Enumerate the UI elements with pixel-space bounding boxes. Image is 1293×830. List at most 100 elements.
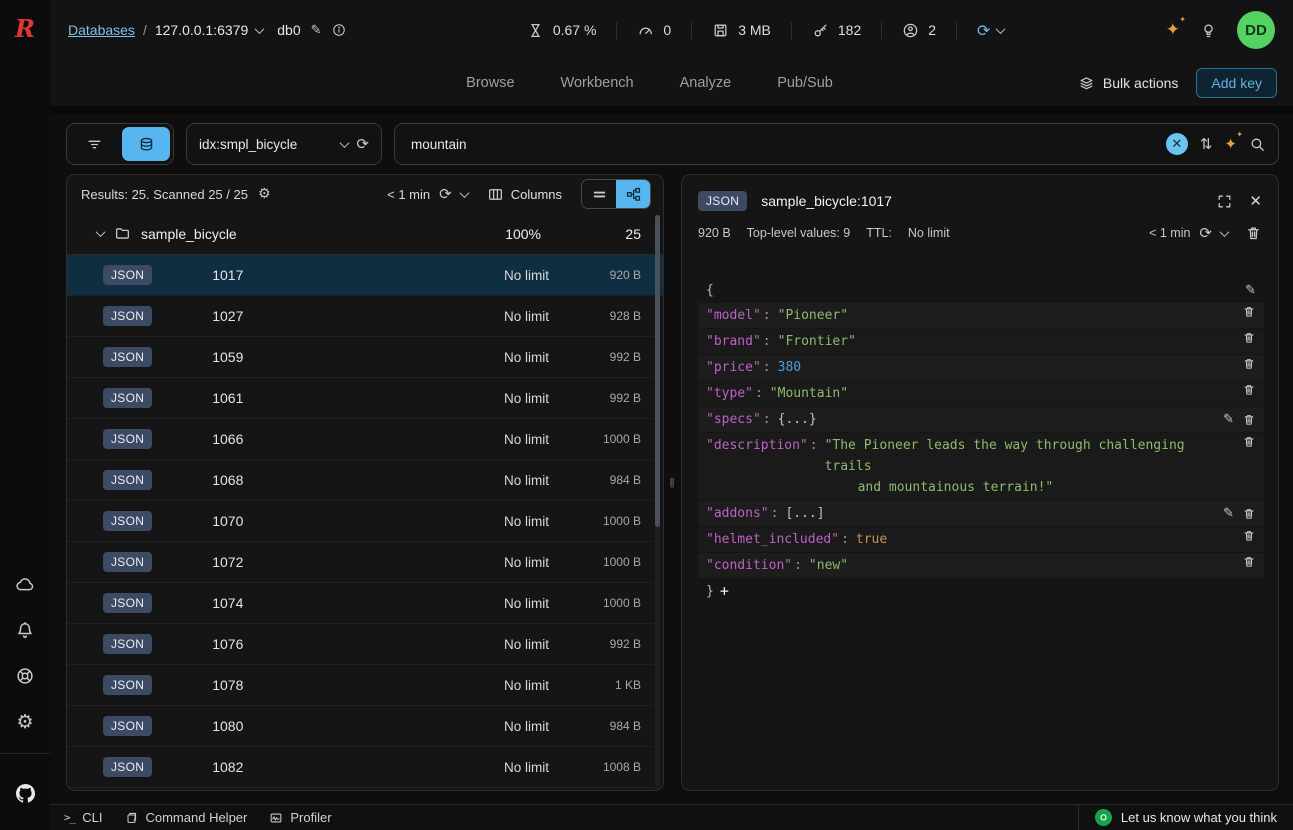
close-brace: } bbox=[706, 581, 714, 602]
json-field-row[interactable]: "helmet_included" : true bbox=[698, 527, 1264, 552]
json-field-row[interactable]: "type" : "Mountain" bbox=[698, 381, 1264, 406]
close-icon[interactable]: ✕ bbox=[1249, 192, 1262, 210]
panel-resize-handle[interactable]: ‖ bbox=[669, 475, 675, 490]
list-scrollbar-thumb[interactable] bbox=[655, 215, 660, 527]
info-icon[interactable] bbox=[332, 23, 346, 37]
breadcrumb-separator: / bbox=[143, 22, 147, 38]
list-settings-gear-icon[interactable]: ⚙ bbox=[258, 186, 271, 202]
refresh-index-icon[interactable]: ⟳ bbox=[356, 135, 369, 153]
index-select[interactable]: idx:smpl_bicycle ⟳ bbox=[186, 123, 382, 165]
delete-field-trash-icon[interactable] bbox=[1242, 555, 1256, 569]
key-row[interactable]: JSON 1059 No limit 992 B bbox=[67, 337, 663, 378]
json-field-row[interactable]: "price" : 380 bbox=[698, 355, 1264, 380]
redis-logo-icon[interactable]: R bbox=[15, 14, 35, 43]
panels: ‖ Results: 25. Scanned 25 / 25 ⚙ < 1 min… bbox=[66, 174, 1279, 791]
json-colon: : bbox=[810, 435, 818, 456]
list-refresh-icon[interactable]: ⟳ bbox=[439, 185, 452, 203]
type-badge: JSON bbox=[103, 716, 152, 736]
hourglass-icon bbox=[527, 22, 544, 39]
key-row[interactable]: JSON 1070 No limit 1000 B bbox=[67, 501, 663, 542]
key-row[interactable]: JSON 1082 No limit 1008 B bbox=[67, 747, 663, 788]
key-list-panel: Results: 25. Scanned 25 / 25 ⚙ < 1 min ⟳… bbox=[66, 174, 664, 791]
tree-group-row[interactable]: sample_bicycle 100% 25 bbox=[67, 213, 663, 255]
json-field-row[interactable]: "addons" : [...] ✎ bbox=[698, 501, 1264, 526]
clear-search-icon[interactable]: ✕ bbox=[1166, 133, 1188, 155]
key-row[interactable]: JSON 1027 No limit 928 B bbox=[67, 296, 663, 337]
chevron-down-icon[interactable] bbox=[1220, 227, 1230, 237]
cli-button[interactable]: >_ CLI bbox=[64, 810, 102, 825]
delete-field-trash-icon[interactable] bbox=[1242, 331, 1256, 345]
json-field-row[interactable]: "specs" : {...} ✎ bbox=[698, 407, 1264, 432]
delete-field-trash-icon[interactable] bbox=[1242, 357, 1256, 371]
copilot-sparkles-icon[interactable]: ✦ bbox=[1166, 20, 1180, 40]
edit-field-pencil-icon[interactable]: ✎ bbox=[1223, 409, 1234, 430]
query-sparkles-icon[interactable]: ✦ bbox=[1224, 135, 1237, 153]
tab[interactable]: Browse bbox=[466, 60, 514, 106]
delete-field-trash-icon[interactable] bbox=[1242, 305, 1256, 319]
edit-json-pencil-icon[interactable]: ✎ bbox=[1245, 280, 1256, 301]
json-field-value: "Mountain" bbox=[770, 383, 848, 404]
key-row[interactable]: JSON 1017 No limit 920 B bbox=[67, 255, 663, 296]
delete-field-trash-icon[interactable] bbox=[1242, 383, 1256, 397]
list-view-button[interactable] bbox=[582, 180, 616, 208]
json-field-row[interactable]: "condition" : "new" bbox=[698, 553, 1264, 578]
edit-db-alias-icon[interactable]: ✎ bbox=[311, 23, 322, 38]
key-row[interactable]: JSON 1076 No limit 992 B bbox=[67, 624, 663, 665]
databases-link[interactable]: Databases bbox=[68, 22, 135, 38]
fullscreen-icon[interactable] bbox=[1216, 193, 1233, 210]
add-field-button[interactable]: + bbox=[720, 581, 729, 602]
key-row[interactable]: JSON 1072 No limit 1000 B bbox=[67, 542, 663, 583]
tree-view-button[interactable] bbox=[616, 180, 650, 208]
sort-icon[interactable]: ⇅ bbox=[1200, 135, 1213, 153]
key-row[interactable]: JSON 1078 No limit 1 KB bbox=[67, 665, 663, 706]
key-row[interactable]: JSON 1061 No limit 992 B bbox=[67, 378, 663, 419]
search-input[interactable] bbox=[411, 137, 1154, 152]
group-percent: 100% bbox=[431, 226, 541, 242]
json-field-row[interactable]: "description" : "The Pioneer leads the w… bbox=[698, 433, 1264, 500]
json-field-row[interactable]: "model" : "Pioneer" bbox=[698, 303, 1264, 328]
add-key-button[interactable]: Add key bbox=[1196, 68, 1277, 98]
chevron-down-icon[interactable] bbox=[255, 24, 265, 34]
insights-lightbulb-icon[interactable] bbox=[1200, 22, 1217, 39]
key-row[interactable]: JSON 1066 No limit 1000 B bbox=[67, 419, 663, 460]
database-host[interactable]: 127.0.0.1:6379 bbox=[155, 22, 248, 38]
notifications-bell-icon[interactable] bbox=[0, 607, 50, 653]
json-field-key: "type" bbox=[706, 383, 753, 404]
delete-field-trash-icon[interactable] bbox=[1242, 413, 1256, 427]
details-ttl-value[interactable]: No limit bbox=[908, 226, 950, 240]
tab[interactable]: Analyze bbox=[680, 60, 732, 106]
key-row[interactable]: JSON 1074 No limit 1000 B bbox=[67, 583, 663, 624]
key-row[interactable]: JSON 1068 No limit 984 B bbox=[67, 460, 663, 501]
help-center-icon[interactable] bbox=[0, 653, 50, 699]
feedback-button[interactable]: Let us know what you think bbox=[1078, 805, 1293, 830]
settings-gear-icon[interactable]: ⚙ bbox=[0, 699, 50, 745]
key-ttl: No limit bbox=[429, 432, 549, 447]
details-refresh-icon[interactable]: ⟳ bbox=[1199, 224, 1212, 242]
stats-refresh-button[interactable]: ⟳ bbox=[956, 21, 1004, 40]
command-helper-button[interactable]: Command Helper bbox=[124, 810, 247, 825]
user-avatar[interactable]: DD bbox=[1237, 11, 1275, 49]
key-row[interactable]: JSON 1080 No limit 984 B bbox=[67, 706, 663, 747]
github-icon[interactable] bbox=[0, 770, 50, 816]
bulk-actions-button[interactable]: Bulk actions bbox=[1078, 75, 1178, 92]
json-close-brace-row: } + bbox=[698, 579, 1264, 604]
search-by-index-button[interactable] bbox=[122, 127, 170, 161]
delete-key-trash-icon[interactable] bbox=[1245, 225, 1262, 242]
tab[interactable]: Pub/Sub bbox=[777, 60, 833, 106]
delete-field-trash-icon[interactable] bbox=[1242, 529, 1256, 543]
json-colon: : bbox=[763, 357, 771, 378]
tab[interactable]: Workbench bbox=[561, 60, 634, 106]
delete-field-trash-icon[interactable] bbox=[1242, 507, 1256, 521]
cloud-icon[interactable] bbox=[0, 561, 50, 607]
json-field-row[interactable]: "brand" : "Frontier" bbox=[698, 329, 1264, 354]
columns-toggle[interactable]: Columns bbox=[487, 186, 562, 203]
profiler-button[interactable]: Profiler bbox=[269, 810, 331, 825]
chevron-down-icon[interactable] bbox=[459, 188, 469, 198]
edit-field-pencil-icon[interactable]: ✎ bbox=[1223, 503, 1234, 524]
filter-by-pattern-button[interactable] bbox=[70, 127, 118, 161]
details-key-name[interactable]: sample_bicycle:1017 bbox=[761, 193, 892, 209]
type-badge: JSON bbox=[103, 470, 152, 490]
view-switch bbox=[581, 179, 651, 209]
delete-field-trash-icon[interactable] bbox=[1242, 435, 1256, 449]
search-icon[interactable] bbox=[1249, 136, 1266, 153]
